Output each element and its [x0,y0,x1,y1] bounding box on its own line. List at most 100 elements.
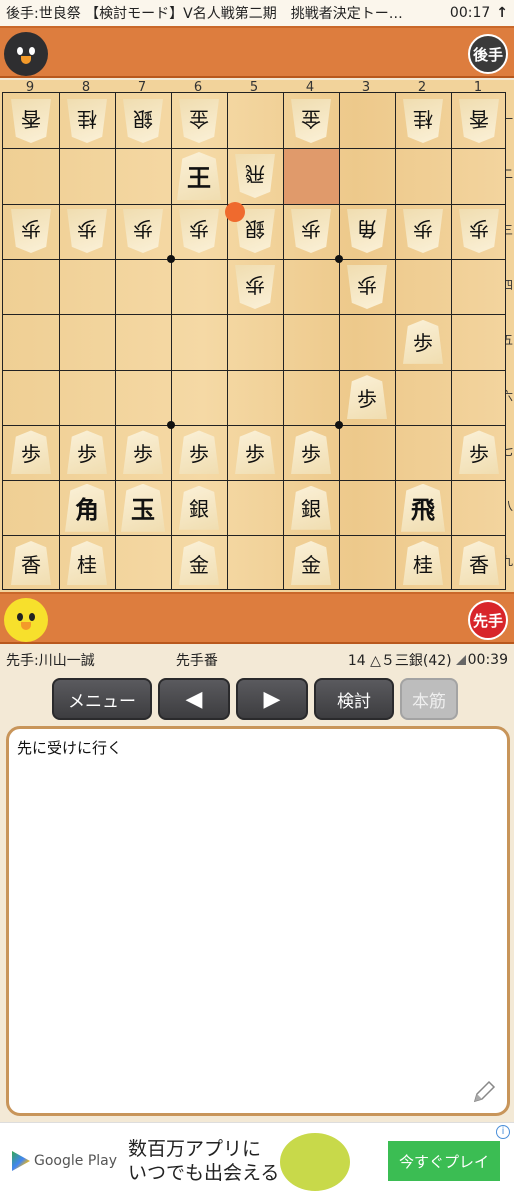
shogi-piece[interactable]: 桂 [67,99,107,143]
board-square[interactable]: 歩 [59,425,115,480]
board-square[interactable]: 歩 [227,259,283,314]
shogi-piece[interactable]: 歩 [179,430,219,475]
shogi-piece[interactable]: 金 [179,541,219,586]
shogi-piece[interactable]: 桂 [403,99,443,143]
shogi-board[interactable]: 香桂銀金金桂香王飛歩歩歩歩銀歩角歩歩歩歩歩歩歩歩歩歩歩歩歩角玉銀銀飛香桂金金桂香 [2,92,506,590]
board-square[interactable]: 桂 [395,93,451,148]
main-line-button[interactable]: 本筋 [400,678,458,720]
board-square[interactable]: 歩 [395,204,451,259]
board-square[interactable]: 歩 [171,204,227,259]
corner-triangle-icon [455,655,466,665]
shogi-piece[interactable]: 歩 [235,430,275,475]
shogi-piece[interactable]: 香 [11,541,51,586]
shogi-piece[interactable]: 桂 [67,541,107,586]
shogi-piece[interactable]: 飛 [401,483,445,532]
board-square[interactable]: 歩 [283,204,339,259]
board-square[interactable]: 歩 [59,204,115,259]
board-square[interactable]: 金 [171,535,227,590]
board-square[interactable]: 桂 [395,535,451,590]
board-square[interactable]: 飛 [395,480,451,535]
board-square[interactable]: 玉 [115,480,171,535]
board-square[interactable]: 角 [59,480,115,535]
next-move-button[interactable]: ▶ [236,678,308,720]
analyze-button[interactable]: 検討 [314,678,394,720]
shogi-piece[interactable]: 金 [291,99,331,143]
gote-badge: 後手 [468,34,508,74]
shogi-piece[interactable]: 歩 [459,430,499,475]
board-square[interactable]: 銀 [171,480,227,535]
shogi-piece[interactable]: 歩 [403,209,443,253]
board-square[interactable]: 歩 [115,204,171,259]
shogi-piece[interactable]: 歩 [11,209,51,253]
board-square[interactable]: 香 [3,535,59,590]
shogi-piece[interactable]: 王 [177,151,221,200]
board-square[interactable]: 桂 [59,535,115,590]
board-square[interactable]: 歩 [451,204,507,259]
shogi-piece[interactable]: 歩 [347,375,387,420]
prev-move-button[interactable]: ◀ [158,678,230,720]
shogi-piece[interactable]: 歩 [347,265,387,309]
board-square[interactable]: 香 [451,535,507,590]
board-square[interactable]: 歩 [3,425,59,480]
last-move-highlight [283,148,339,204]
board-square[interactable]: 香 [3,93,59,148]
board-square[interactable]: 金 [283,535,339,590]
shogi-piece[interactable]: 歩 [11,430,51,475]
board-square[interactable]: 金 [283,93,339,148]
board-square[interactable]: 歩 [339,259,395,314]
board-square[interactable]: 歩 [283,425,339,480]
move-marker-dot [225,201,245,222]
board-square[interactable]: 銀 [283,480,339,535]
ad-promo-line2: いつでも出会える [128,1162,280,1184]
shogi-piece[interactable]: 銀 [291,485,331,530]
shogi-piece[interactable]: 歩 [67,209,107,253]
shogi-piece[interactable]: 銀 [179,485,219,530]
ad-promo-line1: 数百万アプリに [128,1138,262,1160]
shogi-piece[interactable]: 銀 [123,99,163,143]
gote-avatar[interactable] [4,32,48,76]
shogi-piece[interactable]: 金 [291,541,331,586]
pencil-icon[interactable] [471,1079,497,1105]
shogi-piece[interactable]: 歩 [403,319,443,364]
shogi-piece[interactable]: 飛 [235,154,275,198]
board-square[interactable]: 金 [171,93,227,148]
board-square[interactable]: 角 [339,204,395,259]
board-square[interactable]: 歩 [3,204,59,259]
ad-banner[interactable]: Google Play 数百万アプリに いつでも出会える 今すぐプレイ i [0,1122,514,1200]
board-square[interactable]: 歩 [395,314,451,369]
shogi-piece[interactable]: 歩 [179,209,219,253]
shogi-piece[interactable]: 玉 [121,483,165,532]
shogi-piece[interactable]: 金 [179,99,219,143]
shogi-piece[interactable]: 香 [459,99,499,143]
shogi-piece[interactable]: 歩 [291,209,331,253]
shogi-piece[interactable]: 歩 [291,430,331,475]
shogi-piece[interactable]: 香 [11,99,51,143]
board-square[interactable]: 歩 [339,370,395,425]
board-square[interactable]: 王 [171,148,227,203]
shogi-piece[interactable]: 歩 [123,430,163,475]
menu-button[interactable]: メニュー [52,678,152,720]
shogi-piece[interactable]: 歩 [67,430,107,475]
board-square[interactable]: 香 [451,93,507,148]
comment-box[interactable]: 先に受けに行く [6,726,510,1116]
ad-cta-button[interactable]: 今すぐプレイ [388,1141,500,1181]
shogi-piece[interactable]: 香 [459,541,499,586]
grid-line [3,369,505,371]
shogi-piece[interactable]: 角 [65,483,109,532]
shogi-piece[interactable]: 桂 [403,541,443,586]
board-square[interactable]: 歩 [451,425,507,480]
turn-indicator: 先手番 [175,653,218,669]
board-square[interactable]: 歩 [171,425,227,480]
board-square[interactable]: 桂 [59,93,115,148]
board-square[interactable]: 歩 [115,425,171,480]
sente-avatar[interactable] [4,598,48,642]
board-square[interactable]: 飛 [227,148,283,203]
board-square[interactable]: 銀 [115,93,171,148]
shogi-piece[interactable]: 歩 [235,265,275,309]
shogi-piece[interactable]: 歩 [123,209,163,253]
ad-info-icon[interactable]: i [496,1125,510,1139]
shogi-board-area: 987654321 一二三四五六七八九 香桂銀金金桂香王飛歩歩歩歩銀歩角歩歩歩歩… [0,80,514,592]
shogi-piece[interactable]: 歩 [459,209,499,253]
shogi-piece[interactable]: 角 [347,209,387,253]
board-square[interactable]: 歩 [227,425,283,480]
